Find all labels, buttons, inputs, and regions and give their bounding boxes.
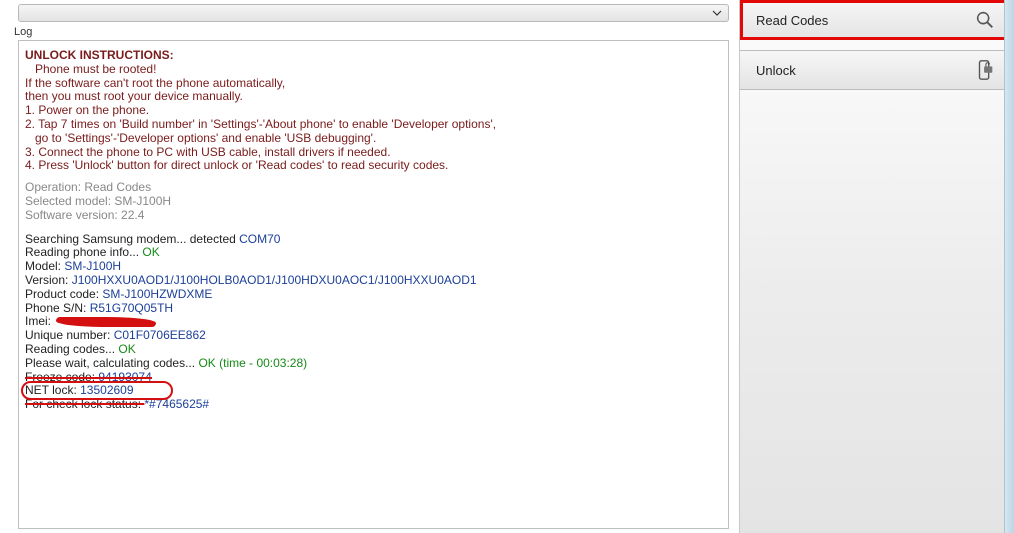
reading-info-line: Reading phone info... OK [25,246,722,260]
left-pane: Log UNLOCK INSTRUCTIONS: Phone must be r… [0,0,739,533]
product-code-line: Product code: SM-J100HZWDXME [25,288,722,302]
window-border [1004,0,1014,533]
right-pane: Read Codes Unlock [739,0,1014,533]
imei-line: Imei: [25,315,722,329]
unlock-label: Unlock [756,63,796,78]
net-lock-line: NET lock: 13502609 [25,384,722,398]
searching-modem-line: Searching Samsung modem... detected COM7… [25,233,722,247]
phone-unlock-icon [974,59,996,81]
read-codes-label: Read Codes [756,13,828,28]
instruction-line: 1. Power on the phone. [25,104,722,118]
calculating-line: Please wait, calculating codes... OK (ti… [25,357,722,371]
instruction-line: go to 'Settings'-'Developer options' and… [25,132,722,146]
log-output: UNLOCK INSTRUCTIONS: Phone must be roote… [18,40,729,529]
instruction-line: Phone must be rooted! [25,63,722,77]
log-label: Log [14,26,729,38]
magnifier-gear-icon [974,9,996,31]
redaction-mark [56,317,156,327]
software-version-line: Software version: 22.4 [25,209,722,223]
instructions-title: UNLOCK INSTRUCTIONS: [25,49,722,63]
instruction-line: 4. Press 'Unlock' button for direct unlo… [25,159,722,173]
unique-number-line: Unique number: C01F0706EE862 [25,329,722,343]
reading-codes-line: Reading codes... OK [25,343,722,357]
operation-line: Operation: Read Codes [25,181,722,195]
model-line: Model: SM-J100H [25,260,722,274]
freeze-code-line: Freeze code: 94193074 [25,371,722,385]
read-codes-button[interactable]: Read Codes [740,0,1014,40]
phone-sn-line: Phone S/N: R51G70Q05TH [25,302,722,316]
check-lock-line: For check lock status: *#7465625# [25,398,722,412]
chevron-down-icon [710,6,724,20]
instruction-line: then you must root your device manually. [25,90,722,104]
strike-mark [25,377,152,379]
instruction-line: If the software can't root the phone aut… [25,77,722,91]
top-dropdown[interactable] [18,4,729,22]
selected-model-line: Selected model: SM-J100H [25,195,722,209]
instruction-line: 3. Connect the phone to PC with USB cabl… [25,146,722,160]
unlock-button[interactable]: Unlock [740,50,1014,90]
instruction-line: 2. Tap 7 times on 'Build number' in 'Set… [25,118,722,132]
version-line: Version: J100HXXU0AOD1/J100HOLB0AOD1/J10… [25,274,722,288]
